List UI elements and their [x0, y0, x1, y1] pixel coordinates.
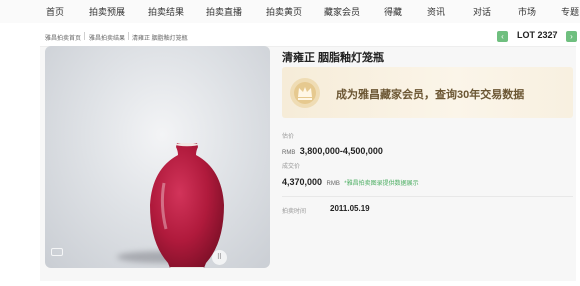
top-navigation: 首页 拍卖预展 拍卖结果 拍卖直播 拍卖黄页 藏家会员 得藏 资讯 对话 市场 … [0, 0, 580, 24]
chevron-left-icon: ‹ [501, 32, 504, 41]
auction-time-value: 2011.05.19 [330, 204, 370, 213]
lot-image[interactable]: ⠿ [45, 46, 270, 268]
breadcrumb-item-current: 清雍正 胭脂釉灯笼瓶 [132, 36, 188, 42]
nav-item-topics[interactable]: 专题 [561, 5, 579, 18]
deal-price-row: 4,370,000 RMB *雅昌拍卖图录提供数据展示 [282, 172, 419, 190]
estimate-label: 估价 [282, 134, 295, 140]
nav-item-home[interactable]: 首页 [46, 5, 64, 18]
nav-item-results[interactable]: 拍卖结果 [148, 5, 184, 18]
estimate-value: 3,800,000-4,500,000 [299, 146, 383, 156]
deal-price-value: 4,370,000 [282, 177, 323, 187]
nav-item-dialogue[interactable]: 对话 [473, 5, 491, 18]
estimate-value-row: RMB 3,800,000-4,500,000 [282, 141, 383, 159]
auction-time-label: 拍卖时间 [282, 209, 307, 215]
chevron-right-icon: › [570, 32, 573, 41]
nav-item-news[interactable]: 资讯 [427, 5, 445, 18]
vase-illustration [150, 143, 224, 268]
deal-price-label: 成交价 [282, 164, 301, 170]
zoom-icon[interactable]: ⠿ [212, 250, 227, 265]
breadcrumb: 雅昌拍卖首页 雅昌拍卖结果 清雍正 胭脂釉灯笼瓶 [0, 23, 580, 48]
nav-item-decang[interactable]: 得藏 [384, 5, 402, 18]
deal-price-currency: RMB [326, 181, 340, 187]
nav-item-yellowpages[interactable]: 拍卖黄页 [266, 5, 302, 18]
nav-item-market[interactable]: 市场 [518, 5, 536, 18]
nav-item-live[interactable]: 拍卖直播 [206, 5, 242, 18]
data-source-note[interactable]: *雅昌拍卖图录提供数据展示 [344, 181, 418, 187]
crown-icon [290, 78, 320, 108]
membership-banner-text: 成为雅昌藏家会员，查询30年交易数据 [336, 89, 525, 101]
nav-item-preview[interactable]: 拍卖预展 [89, 5, 125, 18]
breadcrumb-item-home[interactable]: 雅昌拍卖首页 [45, 33, 81, 42]
membership-banner[interactable]: 成为雅昌藏家会员，查询30年交易数据 [282, 67, 573, 118]
chevron-down-icon[interactable]: ⌄ [551, 29, 558, 38]
breadcrumb-item-results[interactable]: 雅昌拍卖结果 [89, 33, 125, 42]
breadcrumb-separator [84, 32, 85, 40]
next-lot-button[interactable]: › [566, 31, 577, 42]
estimate-currency: RMB [282, 150, 296, 156]
lot-title: 清雍正 胭脂釉灯笼瓶 [282, 52, 385, 64]
breadcrumb-separator [128, 32, 129, 40]
watermark-logo-icon [51, 248, 63, 256]
nav-item-membership[interactable]: 藏家会员 [324, 5, 360, 18]
prev-lot-button[interactable]: ‹ [497, 31, 508, 42]
divider [282, 196, 573, 197]
